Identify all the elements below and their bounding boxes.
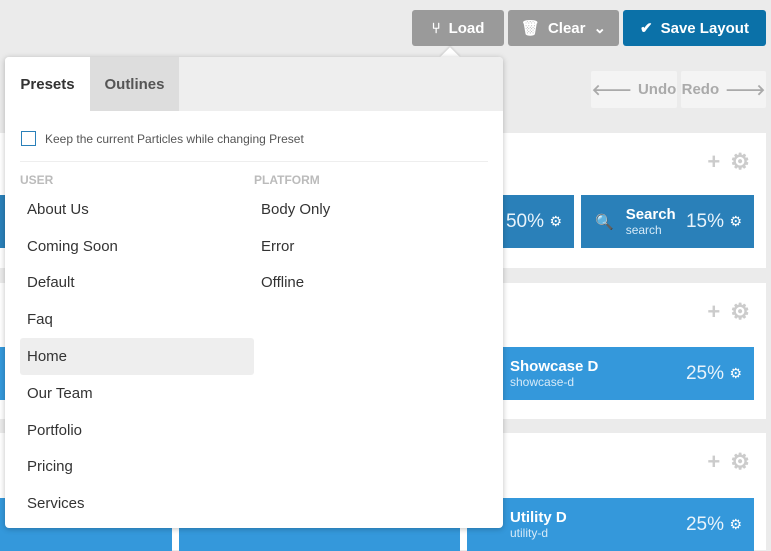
plus-icon[interactable]: + [707, 299, 720, 325]
preset-item[interactable]: Error [254, 228, 488, 265]
preset-item[interactable]: Portfolio [20, 412, 254, 449]
gear-icon[interactable]: ⚙ [549, 213, 562, 230]
block-showcase-d[interactable]: Showcase Dshowcase-d 25% ⚙ [467, 347, 754, 400]
user-presets: USER About Us Coming Soon Default Faq Home Ou… [20, 173, 254, 522]
preset-item[interactable]: Faq [20, 301, 254, 338]
preset-item[interactable]: Offline [254, 265, 488, 302]
save-layout-button[interactable]: ✔ Save Layout [623, 10, 766, 46]
clear-button[interactable]: 🗑 Clear ⌄ [508, 10, 619, 46]
trash-icon: 🗑 [520, 20, 540, 37]
preset-item[interactable]: Services [20, 485, 254, 522]
gear-icon[interactable]: ⚙ [730, 149, 750, 175]
tab-outlines[interactable]: Outlines [90, 57, 179, 111]
chevron-down-icon: ⌄ [593, 20, 607, 37]
load-button[interactable]: ⑂ Load [412, 10, 504, 46]
plus-icon[interactable]: + [707, 149, 720, 175]
block-search[interactable]: 🔍 Search search 15% ⚙ [581, 195, 754, 248]
preset-item[interactable]: Pricing [20, 449, 254, 486]
block-utility-d[interactable]: Utility Dutility-d 25% ⚙ [467, 498, 754, 551]
redo-button[interactable]: Redo 🡒 [681, 71, 766, 108]
arrow-left-icon: 🡐 [591, 82, 632, 99]
gear-icon[interactable]: ⚙ [729, 213, 742, 230]
platform-presets: PLATFORM Body Only Error Offline [254, 173, 488, 301]
tab-presets[interactable]: Presets [5, 57, 90, 111]
gear-icon[interactable]: ⚙ [729, 516, 742, 533]
keep-particles-checkbox[interactable]: Keep the current Particles while changin… [21, 131, 304, 146]
preset-item[interactable]: Coming Soon [20, 228, 254, 265]
gear-icon[interactable]: ⚙ [730, 299, 750, 325]
check-icon: ✔ [640, 20, 653, 37]
gear-icon[interactable]: ⚙ [729, 365, 742, 382]
load-dropdown: Presets Outlines Keep the current Partic… [5, 57, 503, 528]
preset-item[interactable]: Our Team [20, 375, 254, 412]
undo-button[interactable]: 🡐 Undo [591, 71, 677, 108]
preset-item[interactable]: Body Only [254, 191, 488, 228]
preset-item[interactable]: Home [20, 338, 254, 375]
gear-icon[interactable]: ⚙ [730, 449, 750, 475]
preset-item[interactable]: Default [20, 265, 254, 302]
branch-icon: ⑂ [431, 19, 441, 37]
search-icon: 🔍 [595, 213, 614, 231]
preset-item[interactable]: About Us [20, 191, 254, 228]
arrow-right-icon: 🡒 [725, 82, 766, 99]
plus-icon[interactable]: + [707, 449, 720, 475]
divider [20, 161, 488, 162]
